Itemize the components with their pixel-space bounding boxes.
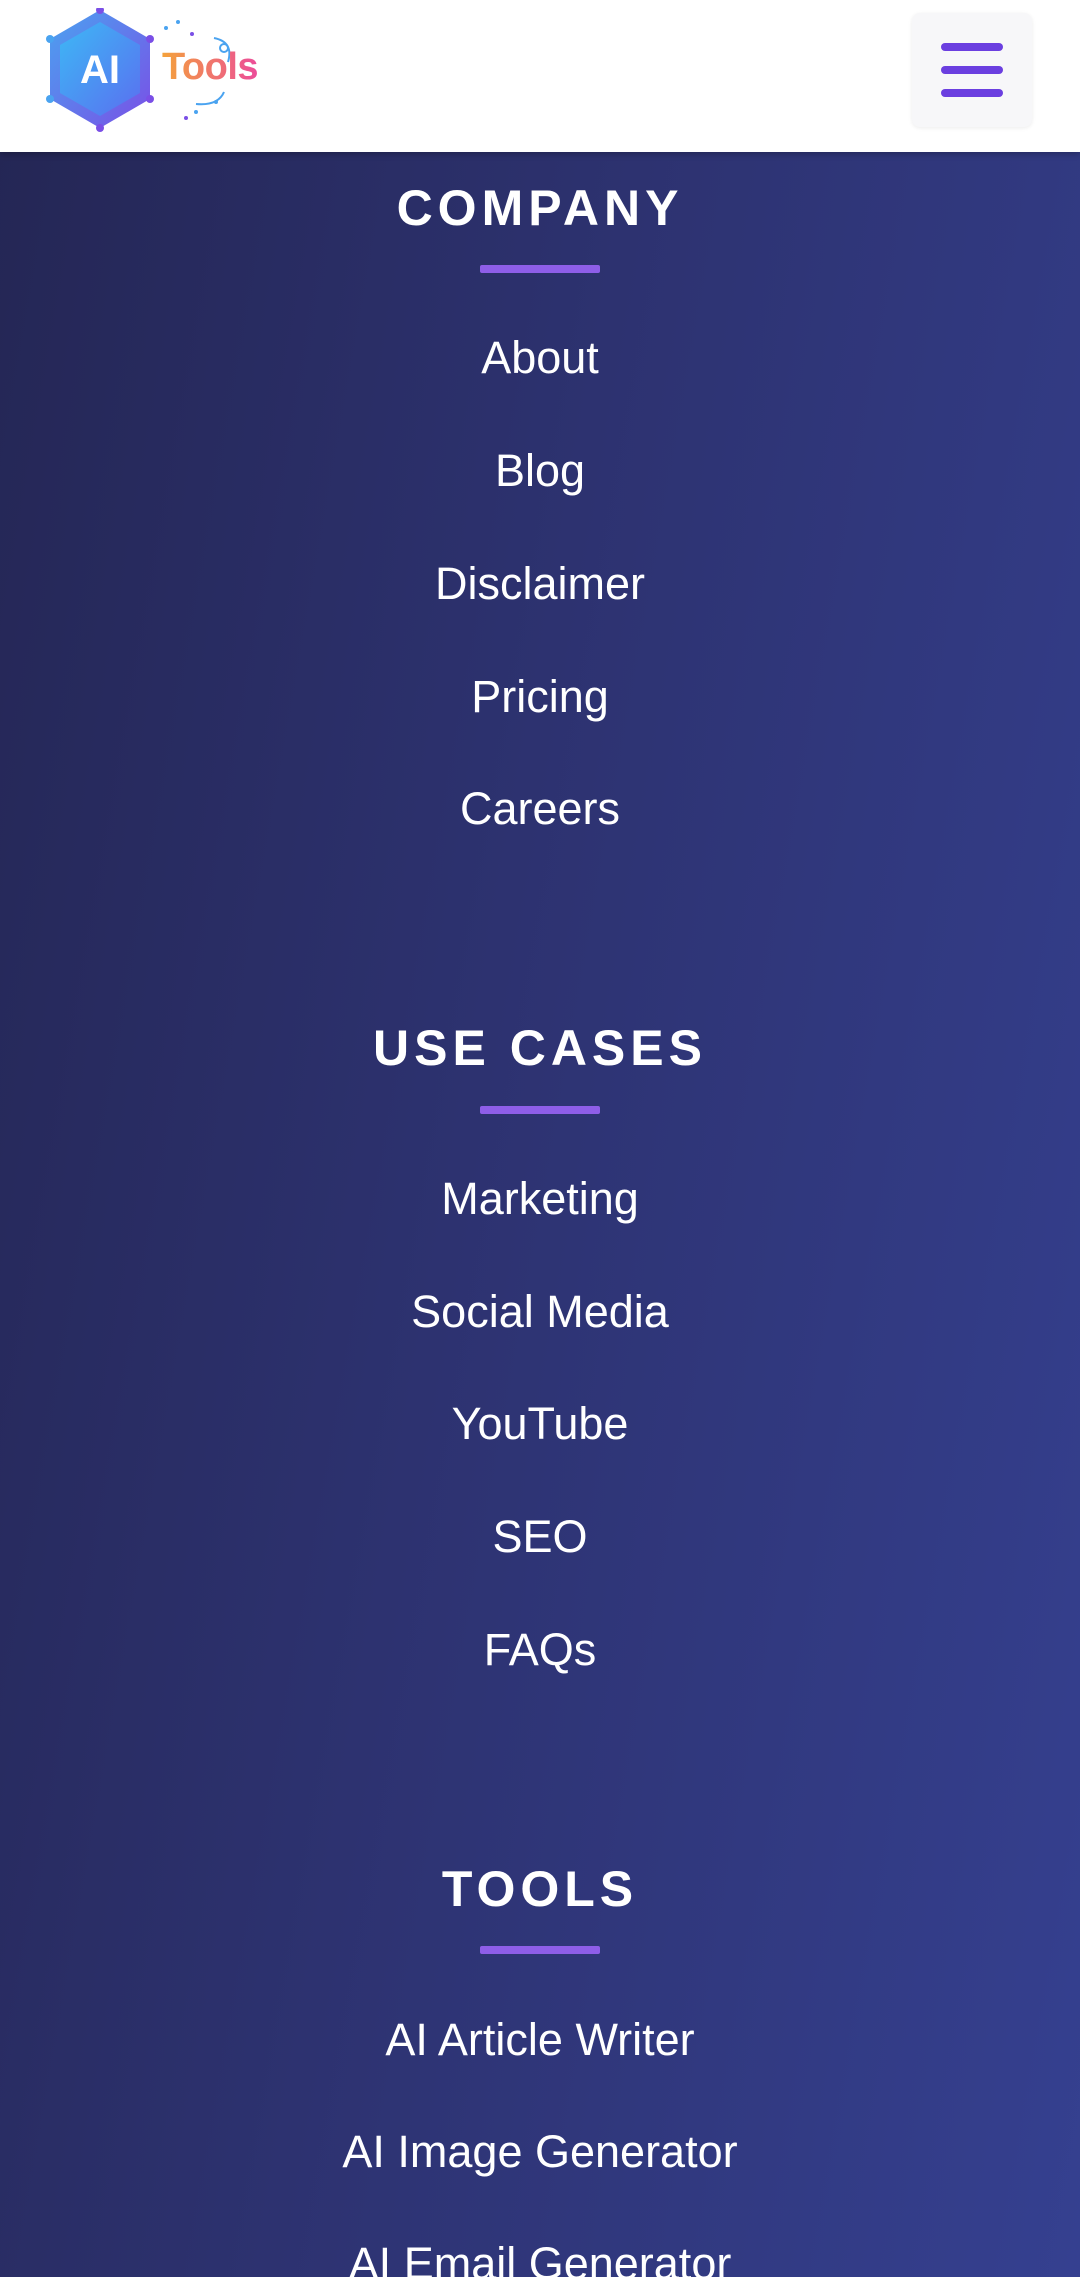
section-title-tools: TOOLS (441, 1861, 639, 1917)
logo-badge-text: AI (80, 47, 120, 92)
footer-link-blog[interactable]: Blog (0, 443, 1080, 499)
section-underline-use-cases (480, 1106, 600, 1114)
section-underline-company (480, 265, 600, 273)
footer-link-ai-image-generator[interactable]: AI Image Generator (0, 2124, 1080, 2180)
footer-link-pricing[interactable]: Pricing (0, 669, 1080, 725)
logo-wordmark: Tools (162, 46, 259, 88)
section-title-use-cases: USE CASES (373, 1020, 707, 1076)
section-underline-tools (480, 1946, 600, 1954)
footer-link-youtube[interactable]: YouTube (0, 1396, 1080, 1452)
footer-link-disclaimer[interactable]: Disclaimer (0, 556, 1080, 612)
footer-link-careers[interactable]: Careers (0, 781, 1080, 837)
footer-link-about[interactable]: About (0, 330, 1080, 386)
footer-link-ai-email-generator[interactable]: AI Email Generator (0, 2236, 1080, 2277)
footer-link-marketing[interactable]: Marketing (0, 1171, 1080, 1227)
hamburger-menu-icon (941, 43, 1003, 97)
footer-link-seo[interactable]: SEO (0, 1509, 1080, 1565)
footer-link-ai-article-writer[interactable]: AI Article Writer (0, 2012, 1080, 2068)
section-title-company: COMPANY (396, 180, 684, 236)
site-logo[interactable]: AI Tools (46, 8, 276, 136)
top-header: AI Tools (0, 0, 1080, 152)
footer-link-faqs[interactable]: FAQs (0, 1622, 1080, 1678)
menu-button[interactable] (912, 13, 1032, 127)
footer-link-social-media[interactable]: Social Media (0, 1284, 1080, 1340)
page: AI Tools COMPANY About Blog Disclaimer P… (0, 0, 1080, 2277)
